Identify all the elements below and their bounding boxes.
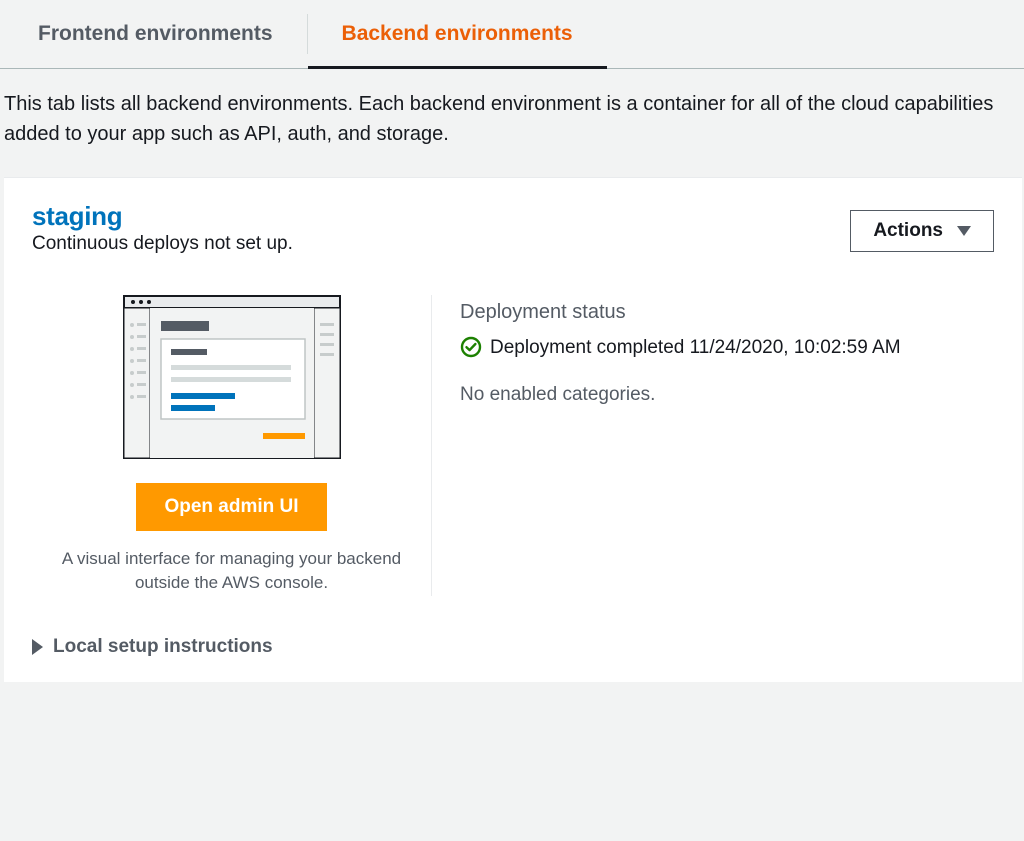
environment-subtext: Continuous deploys not set up.	[32, 233, 293, 255]
open-admin-ui-button[interactable]: Open admin UI	[136, 483, 326, 531]
deployment-status-heading: Deployment status	[460, 301, 994, 324]
tab-backend-environments[interactable]: Backend environments	[308, 0, 607, 69]
deployment-status-row: Deployment completed 11/24/2020, 10:02:5…	[460, 334, 994, 363]
admin-ui-description: A visual interface for managing your bac…	[36, 547, 427, 596]
check-circle-icon	[460, 336, 482, 358]
environment-card: staging Continuous deploys not set up. A…	[4, 177, 1022, 682]
environments-tabs: Frontend environments Backend environmen…	[0, 0, 1024, 69]
caret-down-icon	[957, 226, 971, 236]
actions-label: Actions	[873, 220, 943, 242]
admin-ui-column: Open admin UI A visual interface for man…	[32, 295, 432, 596]
environment-name[interactable]: staging	[32, 202, 293, 231]
actions-button[interactable]: Actions	[850, 210, 994, 252]
expand-right-icon	[32, 639, 43, 655]
admin-ui-illustration-icon	[123, 295, 341, 463]
environment-header: staging Continuous deploys not set up. A…	[32, 202, 994, 255]
deployment-status-text: Deployment completed 11/24/2020, 10:02:5…	[490, 334, 901, 363]
local-setup-toggle[interactable]: Local setup instructions	[32, 632, 994, 662]
local-setup-label: Local setup instructions	[53, 636, 273, 658]
enabled-categories-text: No enabled categories.	[460, 384, 994, 406]
tab-frontend-environments[interactable]: Frontend environments	[4, 0, 307, 69]
tab-description: This tab lists all backend environments.…	[0, 69, 1024, 177]
deployment-status-column: Deployment status Deployment completed 1…	[460, 295, 994, 596]
